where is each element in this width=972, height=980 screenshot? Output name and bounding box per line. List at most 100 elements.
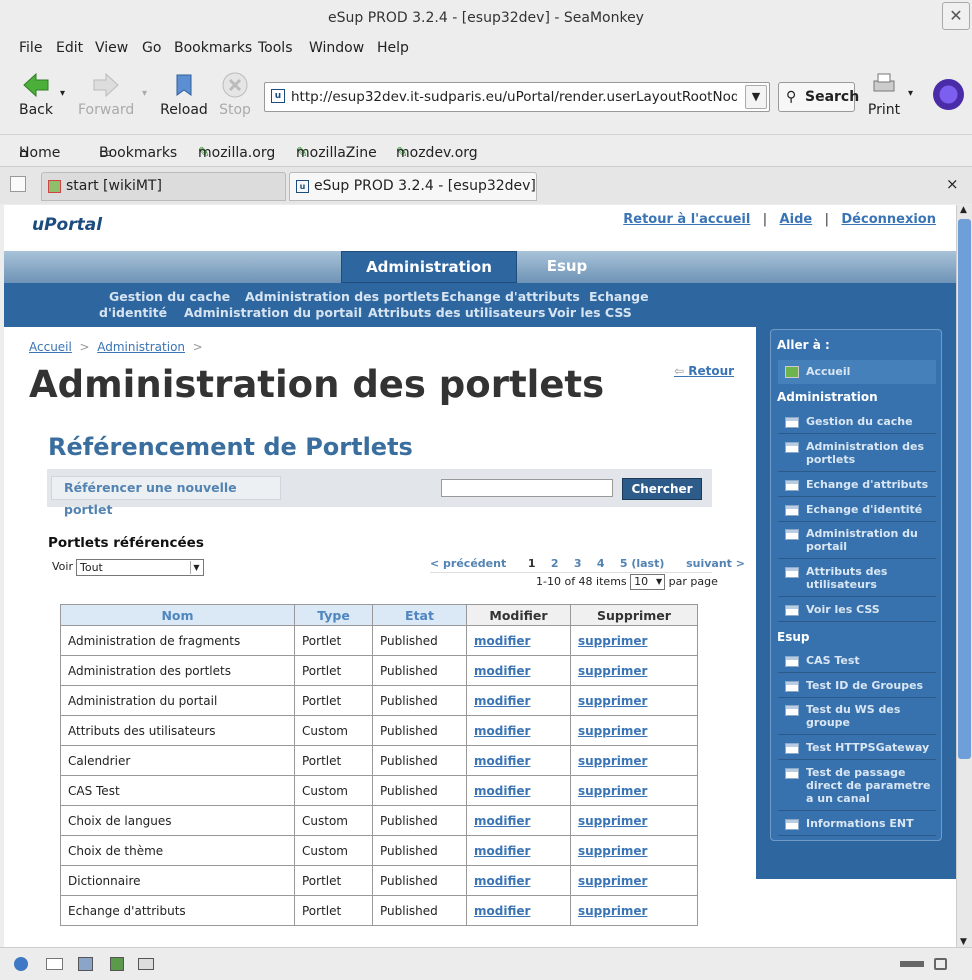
new-portlet-button[interactable]: Référencer une nouvelle portlet	[51, 476, 281, 517]
list-title: Portlets référencées	[48, 535, 204, 551]
tab-list-icon[interactable]	[10, 176, 26, 192]
menu-go[interactable]: Go	[142, 40, 161, 56]
supprimer-link[interactable]: supprimer	[578, 814, 647, 828]
subnav-voir-css[interactable]: Voir les CSS	[548, 305, 632, 320]
supprimer-link[interactable]: supprimer	[578, 904, 647, 918]
menu-view[interactable]: View	[95, 40, 128, 56]
link-help[interactable]: Aide	[780, 212, 813, 227]
tab-esup[interactable]: Esup	[517, 251, 617, 283]
globe-icon[interactable]	[14, 957, 28, 971]
voir-select[interactable]: Tout ▼	[76, 559, 204, 576]
subnav-attributs-utilisateurs[interactable]: Attributs des utilisateurs	[368, 305, 545, 320]
subnav-echange-identite[interactable]: Echange	[589, 289, 649, 304]
sidebar-item[interactable]: Test de passage direct de parametre a un…	[778, 766, 936, 805]
menu-window[interactable]: Window	[309, 40, 364, 56]
supprimer-link[interactable]: supprimer	[578, 844, 647, 858]
tab-esup-prod[interactable]: u eSup PROD 3.2.4 - [esup32dev]	[289, 172, 537, 201]
col-etat[interactable]: Etat	[372, 604, 467, 626]
pager-next[interactable]: suivant >	[686, 557, 745, 570]
pager-page-1[interactable]: 1	[528, 557, 536, 570]
address-book-icon[interactable]	[138, 958, 154, 970]
link-home[interactable]: Retour à l'accueil	[623, 212, 750, 227]
modifier-link[interactable]: modifier	[474, 814, 530, 828]
supprimer-link[interactable]: supprimer	[578, 784, 647, 798]
subnav-echange-attributs[interactable]: Echange d'attributs	[441, 289, 580, 304]
search-button[interactable]: ⚲ Search	[778, 82, 859, 112]
retour-link[interactable]: ⇦ Retour	[674, 364, 734, 378]
chatzilla-icon[interactable]	[110, 957, 124, 971]
modifier-link[interactable]: modifier	[474, 754, 530, 768]
modifier-link[interactable]: modifier	[474, 844, 530, 858]
sidebar-item[interactable]: Gestion du cache	[778, 415, 936, 428]
sidebar-item[interactable]: Test ID de Groupes	[778, 679, 936, 692]
sidebar-item[interactable]: Administration des portlets	[778, 440, 936, 466]
supprimer-link[interactable]: supprimer	[578, 724, 647, 738]
forward-history-dropdown[interactable]: ▾	[142, 88, 147, 99]
subnav-echange-identite-cont[interactable]: d'identité	[99, 305, 167, 320]
scroll-down-arrow-icon[interactable]: ▼	[960, 937, 967, 947]
modifier-link[interactable]: modifier	[474, 694, 530, 708]
breadcrumb-administration[interactable]: Administration	[97, 340, 185, 354]
stop-button[interactable]: Stop	[207, 70, 263, 118]
col-nom[interactable]: Nom	[60, 604, 295, 626]
sidebar-item[interactable]: Voir les CSS	[778, 603, 936, 616]
sidebar-item[interactable]: Echange d'attributs	[778, 478, 936, 491]
supprimer-link[interactable]: supprimer	[578, 634, 647, 648]
subnav-admin-portail[interactable]: Administration du portail	[184, 305, 362, 320]
chercher-button[interactable]: Chercher	[622, 478, 702, 500]
scroll-up-arrow-icon[interactable]: ▲	[960, 205, 967, 215]
modifier-link[interactable]: modifier	[474, 784, 530, 798]
sidebar-item[interactable]: Attributs des utilisateurs	[778, 565, 936, 591]
portlet-search-input[interactable]	[441, 479, 613, 497]
per-page-select[interactable]: 10 ▼	[630, 574, 666, 590]
sidebar-item[interactable]: Echange d'identité	[778, 503, 936, 516]
modifier-link[interactable]: modifier	[474, 664, 530, 678]
breadcrumb-accueil[interactable]: Accueil	[29, 340, 72, 354]
window-close-button[interactable]: ✕	[942, 2, 970, 30]
print-dropdown[interactable]: ▾	[908, 88, 913, 99]
mail-icon[interactable]	[46, 958, 63, 970]
supprimer-link[interactable]: supprimer	[578, 754, 647, 768]
sidebar-item[interactable]: Test HTTPSGateway	[778, 741, 936, 754]
close-tab-button[interactable]: ×	[946, 175, 959, 193]
supprimer-link[interactable]: supprimer	[578, 874, 647, 888]
reload-button[interactable]: Reload	[156, 70, 212, 118]
menu-file[interactable]: File	[19, 40, 42, 56]
pager-page-4[interactable]: 4	[597, 557, 605, 570]
menu-edit[interactable]: Edit	[56, 40, 83, 56]
modifier-link[interactable]: modifier	[474, 874, 530, 888]
link-logout[interactable]: Déconnexion	[841, 212, 936, 227]
col-type[interactable]: Type	[294, 604, 373, 626]
back-history-dropdown[interactable]: ▾	[60, 88, 65, 99]
print-button[interactable]: Print	[856, 70, 912, 118]
supprimer-link[interactable]: supprimer	[578, 694, 647, 708]
vertical-scrollbar[interactable]: ▲ ▼	[956, 205, 972, 947]
sidebar-item[interactable]: CAS Test	[778, 654, 936, 667]
modifier-link[interactable]: modifier	[474, 724, 530, 738]
menu-bookmarks[interactable]: Bookmarks	[174, 40, 252, 56]
url-bar[interactable]: u http://esup32dev.it-sudparis.eu/uPorta…	[264, 82, 770, 112]
pager-prev[interactable]: < précédent	[430, 557, 506, 570]
sidebar-item-accueil[interactable]: Accueil	[778, 360, 936, 384]
online-connection-icon[interactable]	[900, 961, 924, 967]
pager-page-3[interactable]: 3	[574, 557, 582, 570]
scroll-thumb[interactable]	[958, 219, 971, 759]
modifier-link[interactable]: modifier	[474, 634, 530, 648]
sidebar-item[interactable]: Informations ENT	[778, 817, 936, 830]
subnav-gestion-cache[interactable]: Gestion du cache	[109, 289, 230, 304]
pager-page-2[interactable]: 2	[551, 557, 559, 570]
sidebar-item[interactable]: Test du WS des groupe	[778, 703, 936, 729]
forward-button[interactable]: Forward	[78, 70, 134, 118]
sidebar-item[interactable]: Administration du portail	[778, 527, 936, 553]
pager-page-5[interactable]: 5 (last)	[620, 557, 665, 570]
menu-tools[interactable]: Tools	[258, 40, 293, 56]
url-history-dropdown[interactable]: ▼	[745, 85, 767, 109]
composer-icon[interactable]	[78, 957, 93, 971]
menu-help[interactable]: Help	[377, 40, 409, 56]
tab-wikimt[interactable]: start [wikiMT]	[41, 172, 286, 201]
subnav-admin-portlets[interactable]: Administration des portlets	[245, 289, 439, 304]
back-button[interactable]: Back	[8, 70, 64, 118]
tab-administration[interactable]: Administration	[341, 251, 517, 283]
modifier-link[interactable]: modifier	[474, 904, 530, 918]
supprimer-link[interactable]: supprimer	[578, 664, 647, 678]
